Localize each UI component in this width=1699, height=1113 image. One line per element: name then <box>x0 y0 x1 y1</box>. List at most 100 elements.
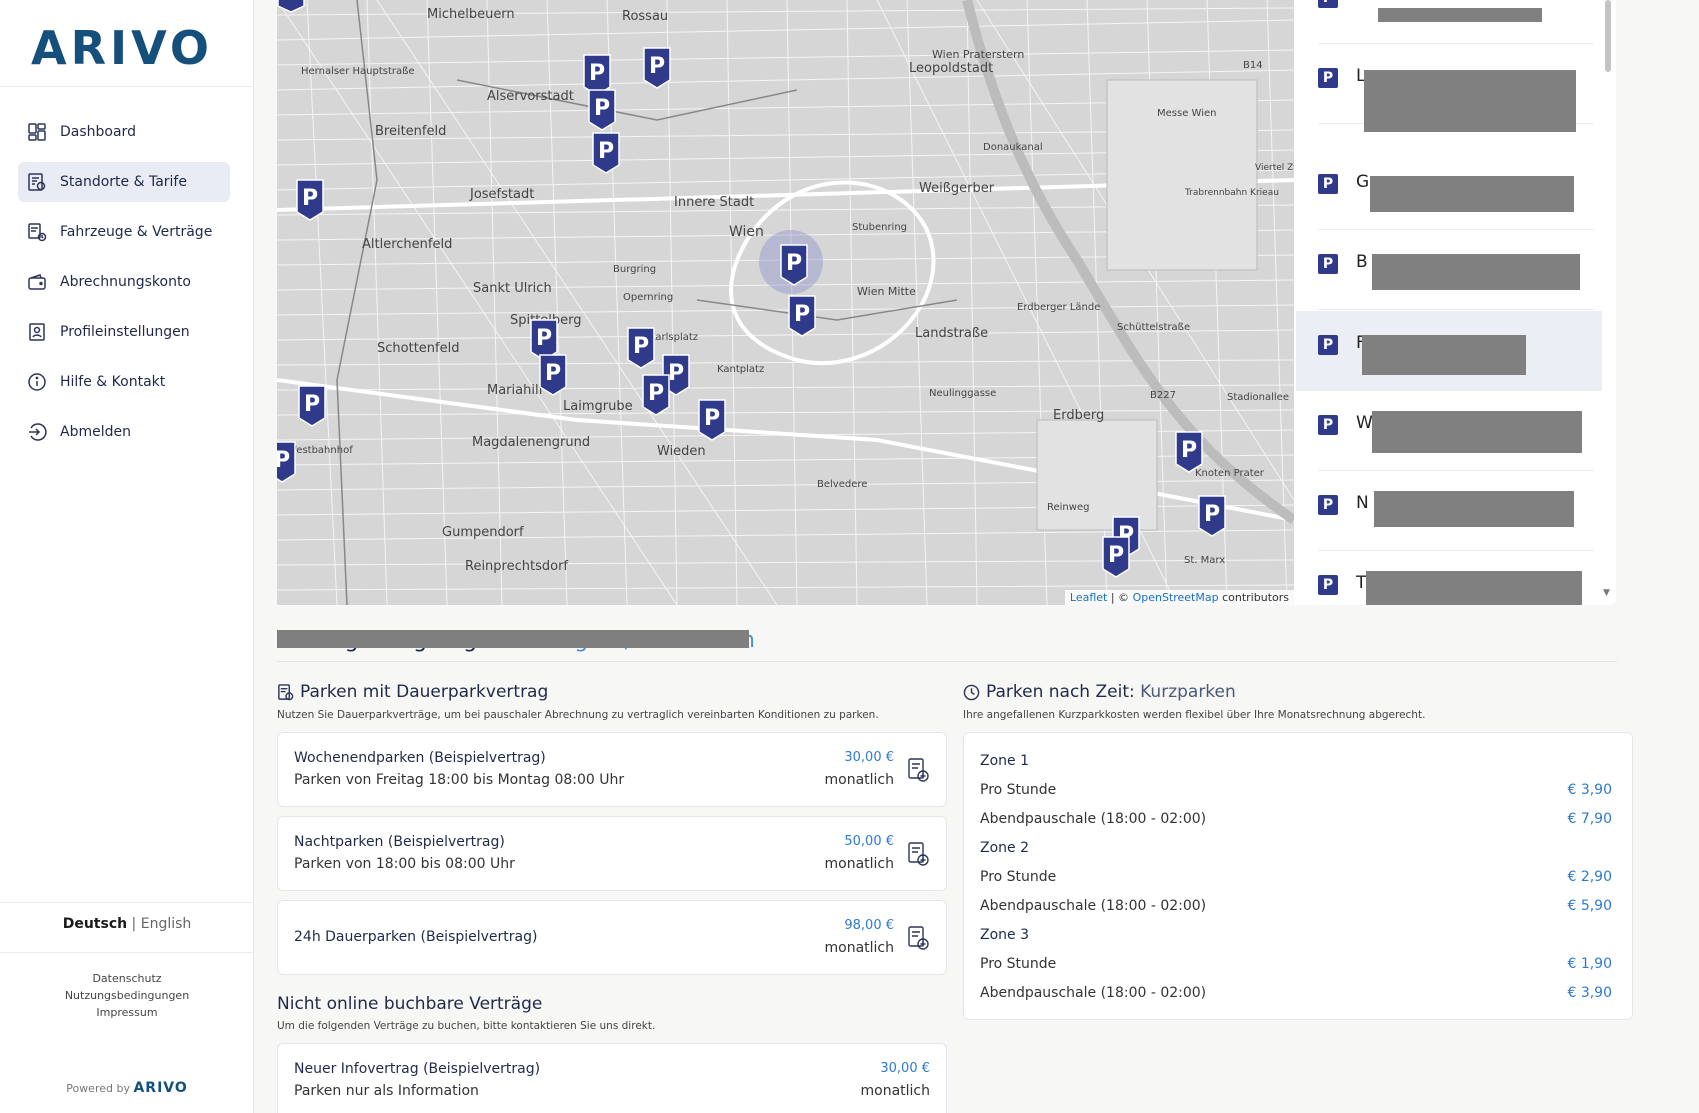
svg-text:P: P <box>589 61 605 86</box>
svg-text:Wieden: Wieden <box>657 444 706 459</box>
contract-card[interactable]: Wochenendparken (Beispielvertrag) Parken… <box>277 732 947 807</box>
rate-label: Pro Stunde <box>980 956 1057 972</box>
redacted-block <box>1372 254 1580 290</box>
info-icon <box>26 371 48 393</box>
svg-text:P: P <box>648 381 664 406</box>
language-switcher: Deutsch | English <box>0 916 254 932</box>
redacted-block <box>277 630 749 648</box>
list-item-title: G <box>1356 172 1370 192</box>
powered-by-text: Powered by <box>66 1082 130 1095</box>
svg-text:P: P <box>794 302 810 327</box>
scrollbar-thumb[interactable] <box>1605 0 1611 72</box>
sidebar-item-abrechnungskonto[interactable]: Abrechnungskonto <box>18 262 230 302</box>
list-scrollbar[interactable]: ▼ <box>1603 0 1613 600</box>
svg-text:P: P <box>704 406 720 431</box>
svg-text:P: P <box>277 448 290 473</box>
map-tiles: Michelbeuern Rossau Alservorstadt Wien P… <box>277 0 1294 605</box>
svg-text:Altlerchenfeld: Altlerchenfeld <box>362 237 452 252</box>
offline-subtext: Um die folgenden Verträge zu buchen, bit… <box>277 1020 656 1032</box>
sidebar-divider <box>0 902 254 903</box>
locations-icon <box>26 171 48 193</box>
map-view[interactable]: Michelbeuern Rossau Alservorstadt Wien P… <box>277 0 1294 605</box>
rate-value: € 5,90 <box>1567 898 1612 914</box>
arivo-logo[interactable]: ARIVO <box>31 21 211 75</box>
dauerpark-heading: Parken mit Dauerparkvertrag <box>277 682 548 702</box>
redacted-block <box>1362 335 1526 375</box>
sidebar-item-label: Abmelden <box>60 424 131 440</box>
rate-row: Abendpauschale (18:00 - 02:00) € 5,90 <box>980 898 1612 914</box>
svg-text:P: P <box>545 361 561 386</box>
sidebar-item-label: Fahrzeuge & Verträge <box>60 224 213 240</box>
svg-text:Breitenfeld: Breitenfeld <box>375 124 446 139</box>
svg-text:Weißgerber: Weißgerber <box>919 181 995 196</box>
contract-card[interactable]: Nachtparken (Beispielvertrag) Parken von… <box>277 816 947 891</box>
wallet-icon <box>26 271 48 293</box>
sidebar-item-standorte[interactable]: Standorte & Tarife <box>18 162 230 202</box>
svg-text:Opernring: Opernring <box>623 292 673 303</box>
contract-card[interactable]: 24h Dauerparken (Beispielvertrag) 98,00 … <box>277 900 947 975</box>
powered-by: Powered by ARIVO <box>0 1080 254 1096</box>
list-item[interactable]: P W <box>1318 391 1594 471</box>
link-impressum[interactable]: Impressum <box>0 1004 254 1021</box>
sidebar: ARIVO Dashboard Standorte & Tarife Fahrz… <box>0 0 254 1113</box>
svg-text:Erdberger Lände: Erdberger Lände <box>1017 302 1100 313</box>
svg-text:Schüttelstraße: Schüttelstraße <box>1117 322 1190 333</box>
kurzparken-subtext: Ihre angefallenen Kurzparkkosten werden … <box>963 709 1426 721</box>
kurzparken-heading: Parken nach Zeit: Kurzparken <box>963 682 1236 702</box>
contract-price: 98,00 € <box>844 918 894 933</box>
list-item[interactable]: P L <box>1318 44 1594 132</box>
sidebar-item-abmelden[interactable]: Abmelden <box>18 412 230 452</box>
add-contract-icon[interactable] <box>906 757 930 783</box>
list-item-selected[interactable]: P F <box>1296 311 1602 391</box>
add-contract-icon[interactable] <box>906 841 930 867</box>
svg-text:P: P <box>302 186 318 211</box>
attribution-sep: | © <box>1110 591 1130 604</box>
svg-text:Donaukanal: Donaukanal <box>983 142 1043 153</box>
list-item[interactable]: P N <box>1318 471 1594 551</box>
contract-title: Neuer Infovertrag (Beispielvertrag) <box>294 1061 541 1077</box>
list-item[interactable]: P B <box>1318 230 1594 310</box>
logout-icon <box>26 421 48 443</box>
scroll-down-icon[interactable]: ▼ <box>1603 588 1610 598</box>
svg-text:Kantplatz: Kantplatz <box>717 364 764 375</box>
osm-link[interactable]: OpenStreetMap <box>1133 591 1219 604</box>
rate-value: € 2,90 <box>1567 869 1612 885</box>
powered-by-logo: ARIVO <box>133 1080 188 1096</box>
svg-text:Josefstadt: Josefstadt <box>469 187 534 202</box>
link-datenschutz[interactable]: Datenschutz <box>0 970 254 987</box>
contract-icon <box>278 683 294 700</box>
svg-text:Karlsplatz: Karlsplatz <box>649 332 698 343</box>
add-contract-icon[interactable] <box>906 925 930 951</box>
kurzparken-title-muted: Kurzparken <box>1140 682 1236 702</box>
list-item-title: T <box>1356 573 1367 593</box>
car-contract-icon <box>26 221 48 243</box>
svg-text:B14: B14 <box>1243 60 1263 71</box>
svg-text:Burgring: Burgring <box>613 264 656 275</box>
svg-text:P: P <box>668 361 684 386</box>
kurzparken-title: Parken nach Zeit: <box>986 682 1135 702</box>
svg-text:Landstraße: Landstraße <box>915 326 988 341</box>
sidebar-item-profileinstellungen[interactable]: Profileinstellungen <box>18 312 230 352</box>
sidebar-item-dashboard[interactable]: Dashboard <box>18 112 230 152</box>
link-nutzungsbedingungen[interactable]: Nutzungsbedingungen <box>0 987 254 1004</box>
contract-price: 30,00 € <box>880 1061 930 1076</box>
rates-card: Zone 1 Pro Stunde € 3,90 Abendpauschale (… <box>963 732 1633 1020</box>
sidebar-item-fahrzeuge[interactable]: Fahrzeuge & Verträge <box>18 212 230 252</box>
list-item[interactable]: P G <box>1318 150 1594 230</box>
leaflet-link[interactable]: Leaflet <box>1070 591 1107 604</box>
contract-desc: Parken von 18:00 bis 08:00 Uhr <box>294 856 515 872</box>
svg-text:ARIVO: ARIVO <box>31 22 211 70</box>
sidebar-item-hilfe[interactable]: Hilfe & Kontakt <box>18 362 230 402</box>
sidebar-item-label: Profileinstellungen <box>60 324 190 340</box>
svg-text:Innere Stadt: Innere Stadt <box>674 195 754 210</box>
contract-title: Wochenendparken (Beispielvertrag) <box>294 750 546 766</box>
svg-text:Reinweg: Reinweg <box>1047 502 1089 513</box>
list-item-title: W <box>1356 413 1373 433</box>
rate-row: Abendpauschale (18:00 - 02:00) € 3,90 <box>980 985 1612 1001</box>
list-item[interactable]: P <box>1318 0 1594 44</box>
list-item[interactable]: P T <box>1318 551 1594 605</box>
lang-english[interactable]: English <box>141 916 192 932</box>
lang-deutsch[interactable]: Deutsch <box>63 916 127 932</box>
redacted-block <box>1366 571 1582 605</box>
parking-badge-icon: P <box>1318 68 1338 88</box>
